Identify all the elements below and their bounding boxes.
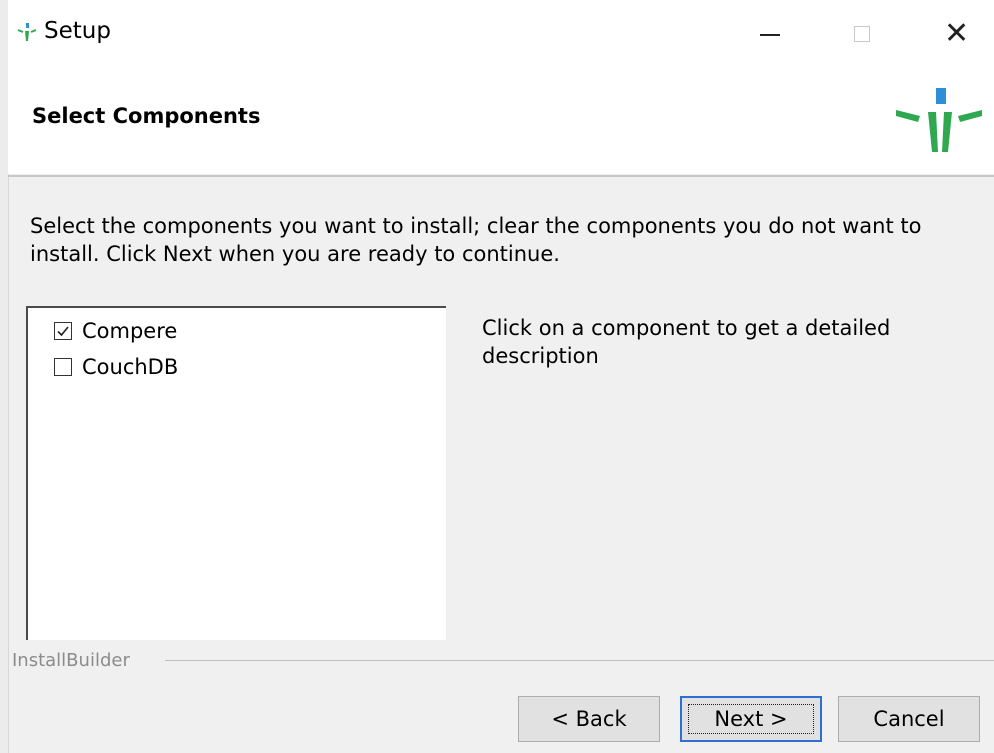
maximize-button[interactable] <box>824 0 904 66</box>
brand-label: InstallBuilder <box>12 650 130 671</box>
setup-window: Setup ✕ Select Components Select the com… <box>0 0 994 753</box>
app-logo-icon <box>17 23 37 41</box>
installer-logo-icon <box>896 88 982 152</box>
next-button[interactable]: Next > <box>680 696 822 742</box>
instructions-text: Select the components you want to instal… <box>30 214 922 266</box>
component-label: CouchDB <box>82 355 179 379</box>
title-bar[interactable]: Setup ✕ <box>8 0 994 66</box>
component-description: Click on a component to get a detailed d… <box>482 316 891 368</box>
wizard-header: Select Components <box>8 66 994 174</box>
header-divider <box>8 175 994 177</box>
minimize-button[interactable] <box>734 0 814 66</box>
page-title: Select Components <box>32 104 261 128</box>
window-title: Setup <box>44 18 111 44</box>
component-item-couchdb[interactable]: CouchDB <box>54 352 178 382</box>
footer-divider <box>165 660 994 661</box>
checkmark-icon <box>57 326 69 337</box>
close-icon: ✕ <box>944 16 970 51</box>
compere-checkbox[interactable] <box>54 322 72 340</box>
couchdb-checkbox[interactable] <box>54 358 72 376</box>
maximize-icon <box>854 26 870 42</box>
component-item-compere[interactable]: Compere <box>54 316 177 346</box>
component-label: Compere <box>82 319 178 343</box>
minimize-icon <box>760 34 780 36</box>
close-button[interactable]: ✕ <box>914 0 994 66</box>
back-button-label: < Back <box>551 707 627 731</box>
back-button[interactable]: < Back <box>518 696 660 742</box>
cancel-button-label: Cancel <box>873 707 945 731</box>
component-list[interactable]: Compere CouchDB <box>26 306 446 640</box>
cancel-button[interactable]: Cancel <box>838 696 980 742</box>
focus-rectangle <box>688 704 814 734</box>
